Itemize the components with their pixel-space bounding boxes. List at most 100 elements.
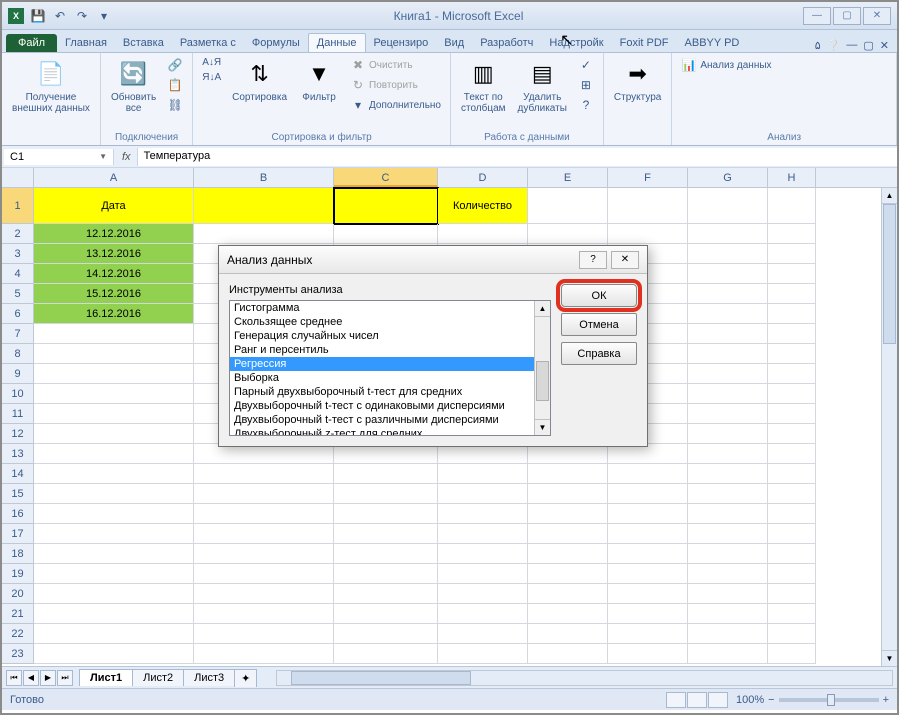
- filter-button[interactable]: ▼ Фильтр: [295, 56, 343, 105]
- cell[interactable]: [34, 404, 194, 424]
- cell[interactable]: 14.12.2016: [34, 264, 194, 284]
- cell[interactable]: [334, 464, 438, 484]
- name-box[interactable]: C1 ▼: [4, 149, 114, 165]
- cell[interactable]: [438, 224, 528, 244]
- cell[interactable]: Дата: [34, 188, 194, 224]
- cell[interactable]: [438, 624, 528, 644]
- remove-duplicates-button[interactable]: ▤ Удалить дубликаты: [514, 56, 571, 116]
- cell[interactable]: [334, 584, 438, 604]
- col-header-g[interactable]: G: [688, 168, 768, 187]
- sort-button[interactable]: ⇅ Сортировка: [228, 56, 291, 105]
- view-pagelayout-button[interactable]: [687, 692, 707, 708]
- list-scroll-up[interactable]: ▲: [535, 301, 550, 317]
- ribbon-minimize-icon[interactable]: ۵: [815, 39, 821, 52]
- sheet-tab-2[interactable]: Лист2: [132, 669, 184, 686]
- cell[interactable]: [34, 644, 194, 664]
- cell[interactable]: [608, 544, 688, 564]
- row-header[interactable]: 22: [2, 624, 34, 644]
- cell[interactable]: [768, 284, 816, 304]
- cell[interactable]: [688, 444, 768, 464]
- cell[interactable]: [438, 484, 528, 504]
- cell[interactable]: [194, 444, 334, 464]
- row-header[interactable]: 3: [2, 244, 34, 264]
- cell[interactable]: [608, 584, 688, 604]
- analysis-tool-item[interactable]: Гистограмма: [230, 301, 550, 315]
- cell[interactable]: [528, 504, 608, 524]
- cell[interactable]: [34, 544, 194, 564]
- cell[interactable]: [688, 424, 768, 444]
- maximize-button[interactable]: ▢: [833, 7, 861, 25]
- close-button[interactable]: ✕: [863, 7, 891, 25]
- cell[interactable]: [688, 464, 768, 484]
- cell[interactable]: [528, 444, 608, 464]
- cell[interactable]: [688, 544, 768, 564]
- cell[interactable]: [334, 504, 438, 524]
- get-external-data-button[interactable]: 📄 Получение внешних данных: [8, 56, 94, 116]
- row-header[interactable]: 23: [2, 644, 34, 664]
- cell[interactable]: [688, 404, 768, 424]
- redo-icon[interactable]: ↷: [72, 6, 92, 26]
- sheet-nav-prev[interactable]: ◀: [23, 670, 39, 686]
- cell[interactable]: [768, 344, 816, 364]
- chevron-down-icon[interactable]: ▼: [99, 152, 107, 161]
- fx-button[interactable]: fx: [116, 151, 137, 163]
- row-header[interactable]: 13: [2, 444, 34, 464]
- cell[interactable]: [34, 444, 194, 464]
- cell[interactable]: [768, 564, 816, 584]
- row-header[interactable]: 14: [2, 464, 34, 484]
- row-header[interactable]: 17: [2, 524, 34, 544]
- sheet-tab-3[interactable]: Лист3: [183, 669, 235, 686]
- cell[interactable]: [528, 564, 608, 584]
- cell[interactable]: [194, 564, 334, 584]
- analysis-tool-item[interactable]: Двухвыборочный t-тест с различными диспе…: [230, 413, 550, 427]
- cell[interactable]: [608, 444, 688, 464]
- cell[interactable]: [334, 224, 438, 244]
- cell[interactable]: [608, 464, 688, 484]
- col-header-h[interactable]: H: [768, 168, 816, 187]
- consolidate-button[interactable]: ⊞: [575, 76, 597, 94]
- row-header[interactable]: 21: [2, 604, 34, 624]
- cell[interactable]: [528, 584, 608, 604]
- row-header[interactable]: 7: [2, 324, 34, 344]
- sort-za-button[interactable]: Я↓А: [199, 71, 224, 84]
- properties-button[interactable]: 📋: [164, 76, 186, 94]
- cell[interactable]: [768, 424, 816, 444]
- cell[interactable]: [768, 644, 816, 664]
- new-sheet-button[interactable]: ✦: [234, 669, 257, 687]
- ok-button[interactable]: ОК: [561, 284, 637, 307]
- cell[interactable]: [688, 344, 768, 364]
- cell[interactable]: [528, 524, 608, 544]
- sheet-nav-first[interactable]: ⏮: [6, 670, 22, 686]
- tab-formulas[interactable]: Формулы: [244, 34, 308, 52]
- cell[interactable]: [194, 524, 334, 544]
- help-icon[interactable]: ❔: [827, 39, 841, 52]
- cell[interactable]: [768, 244, 816, 264]
- listbox-scrollbar[interactable]: ▲ ▼: [534, 301, 550, 435]
- dialog-help-button[interactable]: ?: [579, 251, 607, 269]
- tab-developer[interactable]: Разработч: [472, 34, 541, 52]
- cell[interactable]: [438, 504, 528, 524]
- cell[interactable]: [688, 484, 768, 504]
- cell[interactable]: [768, 264, 816, 284]
- cell[interactable]: [768, 444, 816, 464]
- undo-icon[interactable]: ↶: [50, 6, 70, 26]
- cell[interactable]: [608, 524, 688, 544]
- edit-links-button[interactable]: ⛓: [164, 96, 186, 114]
- cell[interactable]: [194, 604, 334, 624]
- refresh-all-button[interactable]: 🔄 Обновить все: [107, 56, 160, 116]
- cell[interactable]: [34, 584, 194, 604]
- view-normal-button[interactable]: [666, 692, 686, 708]
- cell[interactable]: [768, 224, 816, 244]
- tab-abbyy[interactable]: ABBYY PD: [677, 34, 748, 52]
- cell[interactable]: [768, 584, 816, 604]
- cell[interactable]: [528, 188, 608, 224]
- scroll-up-icon[interactable]: ▲: [882, 188, 897, 204]
- sheet-tab-1[interactable]: Лист1: [79, 669, 133, 686]
- row-header[interactable]: 6: [2, 304, 34, 324]
- cell[interactable]: [688, 244, 768, 264]
- cell[interactable]: [768, 188, 816, 224]
- view-pagebreak-button[interactable]: [708, 692, 728, 708]
- cell[interactable]: [334, 624, 438, 644]
- cell[interactable]: 13.12.2016: [34, 244, 194, 264]
- outline-button[interactable]: ➡ Структура: [610, 56, 665, 105]
